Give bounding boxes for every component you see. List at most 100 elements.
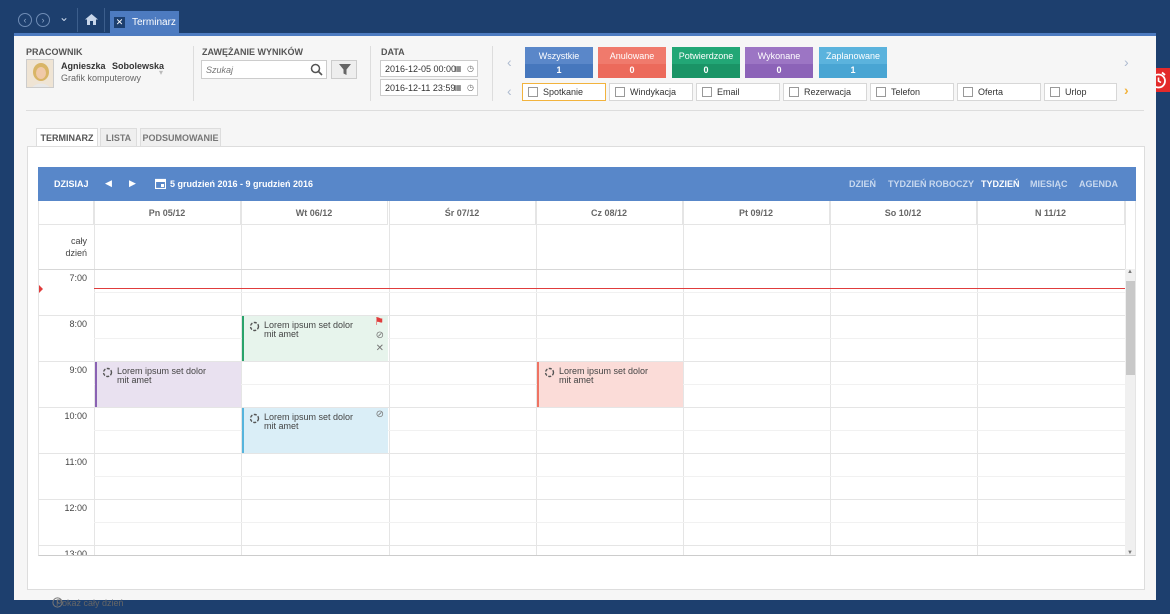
checkbox[interactable] xyxy=(528,87,538,97)
tab-podsumowanie[interactable]: PODSUMOWANIE xyxy=(140,128,221,146)
day-header[interactable]: Śr 07/12 xyxy=(389,201,536,225)
next-week-button[interactable]: ▶ xyxy=(129,178,136,189)
day-header[interactable]: N 11/12 xyxy=(977,201,1125,225)
status-next-arrow[interactable]: › xyxy=(1124,54,1129,70)
view-month[interactable]: MIESIĄC xyxy=(1030,179,1068,189)
scrollbar-thumb[interactable] xyxy=(1126,281,1135,375)
day-header[interactable]: Cz 08/12 xyxy=(536,201,683,225)
back-icon: ‹ xyxy=(23,15,27,25)
status-filter-potwierdzone[interactable]: Potwierdzone 0 xyxy=(672,47,740,78)
status-label: Anulowane xyxy=(609,51,655,61)
calendar-icon[interactable] xyxy=(154,178,167,192)
status-filter-wszystkie[interactable]: Wszystkie 1 xyxy=(525,47,593,78)
view-day[interactable]: DZIEŃ xyxy=(849,179,876,189)
separator xyxy=(370,46,371,101)
status-label: Zaplanowane xyxy=(825,51,881,61)
separator xyxy=(77,8,78,32)
calendar-icon[interactable]: ▦ xyxy=(454,83,462,92)
status-prev-arrow[interactable]: ‹ xyxy=(507,54,512,70)
event-type-label: Spotkanie xyxy=(543,87,584,97)
employee-name[interactable]: Agnieszka Sobolewska xyxy=(61,61,164,71)
calendar-grid: Pn 05/12 Wt 06/12 Śr 07/12 Cz 08/12 Pt 09/12… xyxy=(38,201,1136,556)
event-type-1[interactable]: Windykacja xyxy=(609,83,693,101)
search-input[interactable] xyxy=(202,61,306,78)
today-button[interactable]: DZISIAJ xyxy=(54,179,89,189)
tab-label: Terminarz xyxy=(132,17,176,28)
allday-label: cały dzień xyxy=(65,236,87,258)
clock-icon[interactable]: ◷ xyxy=(467,83,474,92)
main-window: Pracownik Agnieszka Sobolewska Grafik ko… xyxy=(14,36,1156,608)
paperclip-icon[interactable]: ⊘ xyxy=(376,331,384,341)
current-time-marker xyxy=(39,285,43,293)
date-range-label: 5 grudzień 2016 - 9 grudzień 2016 xyxy=(170,179,314,189)
status-count: 0 xyxy=(598,64,666,78)
checkbox[interactable] xyxy=(789,87,799,97)
paperclip-icon[interactable]: ⊘ xyxy=(376,410,384,420)
flag-icon[interactable]: ⚑ xyxy=(374,317,384,328)
checkbox[interactable] xyxy=(702,87,712,97)
back-button[interactable]: ‹ xyxy=(18,13,32,27)
forward-button[interactable]: › xyxy=(36,13,50,27)
separator xyxy=(104,8,105,32)
close-icon[interactable]: ✕ xyxy=(376,344,384,354)
view-week[interactable]: TYDZIEŃ xyxy=(981,179,1020,189)
half-hour-line xyxy=(94,292,1125,293)
event-type-0[interactable]: Spotkanie xyxy=(522,83,606,101)
event-type-5[interactable]: Oferta xyxy=(957,83,1041,101)
close-icon[interactable]: ✕ xyxy=(114,17,125,28)
checkbox[interactable] xyxy=(876,87,886,97)
event-title: mit amet xyxy=(559,375,594,385)
column-line xyxy=(977,201,978,555)
allday-divider xyxy=(39,269,1125,270)
view-work-week[interactable]: TYDZIEŃ ROBOCZY xyxy=(888,179,974,189)
filter-button[interactable] xyxy=(331,60,357,79)
day-header[interactable]: Pt 09/12 xyxy=(683,201,830,225)
calendar-icon[interactable]: ▦ xyxy=(454,64,462,73)
vertical-scrollbar[interactable]: ▲ ▼ xyxy=(1125,269,1135,555)
checkbox[interactable] xyxy=(963,87,973,97)
date-from-field[interactable]: 2016-12-05 00:00 ▦ ◷ xyxy=(380,60,478,77)
tab-terminarz-view[interactable]: TERMINARZ xyxy=(36,128,98,147)
recurring-icon xyxy=(544,367,555,380)
column-line xyxy=(389,201,390,555)
event-type-label: Rezerwacja xyxy=(804,87,852,97)
hour-line xyxy=(39,315,1125,316)
type-next-arrow[interactable]: › xyxy=(1124,82,1129,98)
forward-icon: › xyxy=(41,15,45,25)
event-type-label: Urlop xyxy=(1065,87,1087,97)
scroll-down-icon[interactable]: ▼ xyxy=(1127,550,1133,555)
calendar-event[interactable]: Lorem ipsum set dolor mit amet ⚑ ⊘ ✕ xyxy=(242,316,388,361)
employee-role: Grafik komputerowy xyxy=(61,73,142,83)
prev-week-button[interactable]: ◀ xyxy=(105,178,112,189)
clock-icon[interactable]: ◷ xyxy=(467,64,474,73)
menu-chevron-button[interactable]: ⌄ xyxy=(59,10,69,24)
view-agenda[interactable]: AGENDA xyxy=(1079,179,1118,189)
event-type-4[interactable]: Telefon xyxy=(870,83,954,101)
checkbox[interactable] xyxy=(615,87,625,97)
tab-lista[interactable]: LISTA xyxy=(100,128,137,146)
type-prev-arrow[interactable]: ‹ xyxy=(507,83,512,99)
time-label: 12:00 xyxy=(64,503,87,513)
separator xyxy=(193,46,194,101)
event-type-3[interactable]: Rezerwacja xyxy=(783,83,867,101)
date-to-field[interactable]: 2016-12-11 23:59 ▦ ◷ xyxy=(380,79,478,96)
event-type-2[interactable]: Email xyxy=(696,83,780,101)
home-icon[interactable] xyxy=(85,14,98,28)
event-type-6[interactable]: Urlop xyxy=(1044,83,1117,101)
checkbox[interactable] xyxy=(1050,87,1060,97)
calendar-event[interactable]: Lorem ipsum set dolor mit amet ⊘ xyxy=(242,408,388,453)
status-filter-wykonane[interactable]: Wykonane 0 xyxy=(745,47,813,78)
calendar-event[interactable]: Lorem ipsum set dolor mit amet xyxy=(537,362,683,407)
search-icon[interactable] xyxy=(310,63,323,79)
day-header[interactable]: Pn 05/12 xyxy=(94,201,241,225)
day-header[interactable]: Wt 06/12 xyxy=(241,201,388,225)
chevron-down-icon[interactable]: ▾ xyxy=(159,68,163,77)
calendar-event[interactable]: Lorem ipsum set dolor mit amet xyxy=(95,362,241,407)
scroll-up-icon[interactable]: ▲ xyxy=(1127,269,1133,275)
status-filter-zaplanowane[interactable]: Zaplanowane 1 xyxy=(819,47,887,78)
status-count: 0 xyxy=(672,64,740,78)
status-filter-anulowane[interactable]: Anulowane 0 xyxy=(598,47,666,78)
tab-terminarz[interactable]: ✕ Terminarz xyxy=(110,11,179,34)
show-all-day-link[interactable]: Pokaż cały dzień xyxy=(56,598,124,608)
day-header[interactable]: So 10/12 xyxy=(830,201,977,225)
